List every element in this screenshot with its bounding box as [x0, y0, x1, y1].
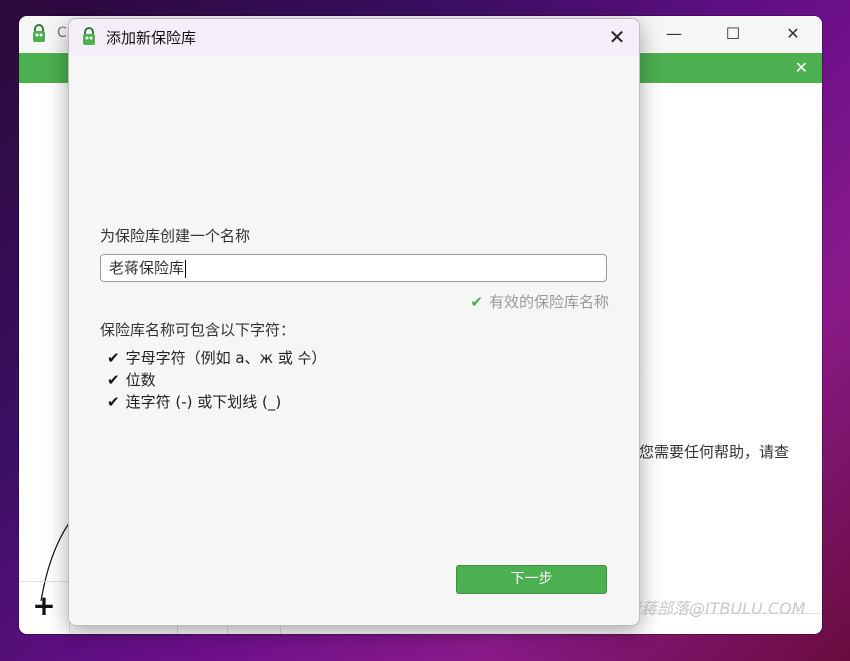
validation-message: ✔ 有效的保险库名称	[470, 291, 609, 312]
help-text: 您需要任何帮助，请查	[639, 443, 790, 461]
dialog-titlebar: 添加新保险库 ✕	[69, 19, 639, 55]
dialog-close-button[interactable]: ✕	[603, 23, 631, 51]
add-vault-button[interactable]: +	[19, 581, 69, 632]
rule-text: 位数	[125, 371, 156, 389]
rule-item: ✔ 连字符 (-) 或下划线 (_)	[107, 391, 281, 412]
validation-text: 有效的保险库名称	[488, 293, 609, 311]
rule-item: ✔ 位数	[107, 369, 156, 390]
text-caret	[185, 259, 187, 278]
watermark: 老蒋部落@ITBULU.COM	[625, 599, 806, 618]
check-icon: ✔	[107, 393, 120, 411]
next-button[interactable]: 下一步	[456, 565, 607, 594]
rule-text: 连字符 (-) 或下划线 (_)	[125, 393, 282, 411]
check-icon: ✔	[107, 371, 120, 389]
maximize-button[interactable]: ☐	[718, 22, 748, 46]
dialog-title: 添加新保险库	[106, 29, 197, 47]
window-close-button[interactable]: ✕	[778, 22, 808, 46]
vault-name-value: 老蒋保险库	[109, 259, 185, 277]
rule-item: ✔ 字母字符（例如 a、ж 或 수）	[107, 347, 326, 368]
banner-close-icon[interactable]: ✕	[795, 58, 808, 78]
vault-name-input[interactable]: 老蒋保险库	[100, 254, 607, 282]
rule-text: 字母字符（例如 a、ж 或 수）	[125, 349, 327, 367]
vault-name-label: 为保险库创建一个名称	[100, 227, 251, 245]
rules-heading: 保险库名称可包含以下字符：	[100, 321, 296, 339]
add-vault-dialog: 添加新保险库 ✕ 为保险库创建一个名称 老蒋保险库 ✔ 有效的保险库名称 保险库名…	[68, 18, 640, 626]
vault-list-pane	[19, 83, 70, 634]
app-logo-icon	[83, 27, 95, 45]
minimize-button[interactable]: —	[659, 22, 689, 46]
check-icon: ✔	[107, 349, 120, 367]
app-logo-icon	[33, 24, 45, 42]
check-icon: ✔	[470, 293, 483, 311]
